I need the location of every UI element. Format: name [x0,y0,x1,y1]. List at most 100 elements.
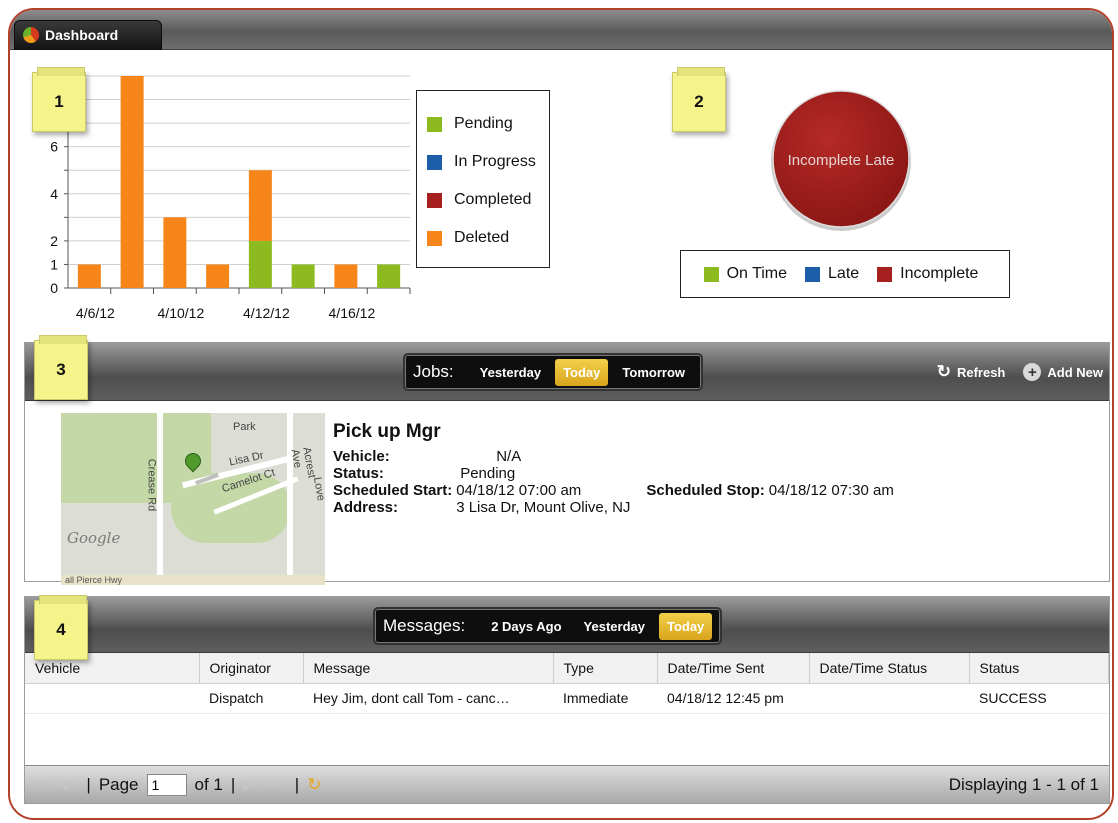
bar-chart-legend: Pending In Progress Completed Deleted [416,90,550,268]
map-label: Park [233,421,256,433]
tab-label: Dashboard [45,27,119,43]
jobs-filter-today[interactable]: Today [555,358,609,386]
jobs-filter-tomorrow[interactable]: Tomorrow [614,359,693,386]
map-label: Crease Rd [145,458,158,512]
cell-date-time-status [809,683,969,714]
next-page-icon[interactable]: ▶ [243,776,254,793]
jobs-panel: Jobs: Yesterday Today Tomorrow ↻ Refresh… [24,342,1110,585]
column-header-message[interactable]: Message [303,653,554,684]
top-bar: Dashboard [10,10,1112,50]
dashboard-window: Dashboard 0 1 2 4 6 4/6/12 4/10/12 4/12/12 4/16/… [8,8,1114,820]
legend-label: In Progress [454,153,536,170]
messages-header: Messages: 2 Days Ago Yesterday Today [25,597,1109,653]
legend-item-deleted: Deleted [427,219,539,257]
column-header-date-time-status[interactable]: Date/Time Status [809,653,970,684]
bar-pending[interactable] [248,240,272,288]
add-new-button[interactable]: + Add New [1023,362,1103,382]
bar-pending[interactable] [291,264,315,288]
bar-deleted[interactable] [248,170,272,241]
legend-label: Deleted [454,229,510,246]
pagination-bar: ⏮ ◀ | Page of 1 | ▶ ⏭ | ↻ Displaying 1 -… [25,765,1109,803]
bar-deleted[interactable] [163,217,187,288]
scheduled-stop-label: Scheduled Stop: [646,482,765,499]
on-time-swatch [703,266,719,282]
dashboard-pie-icon [23,27,39,43]
refresh-label: Refresh [956,364,1006,380]
page-number-input[interactable] [146,773,187,796]
deleted-swatch [427,230,442,246]
column-header-date-time-sent[interactable]: Date/Time Sent [657,653,810,684]
column-header-originator[interactable]: Originator [199,653,304,684]
legend-item-completed: Completed [427,181,539,219]
job-detail: Park Lisa Dr Camelot Ct Crease Rd Acrest… [25,401,1109,585]
job-fields: Vehicle: N/A Status: Pending Scheduled S… [333,449,898,517]
cell-message: Hey Jim, dont call Tom - canc… [303,683,553,714]
legend-item-in-progress: In Progress [427,143,539,181]
y-tick-label: 1 [50,256,58,272]
y-tick-label: 0 [50,280,58,296]
page-label: Page [98,774,139,794]
google-logo: Google [67,529,121,547]
scheduled-start-label: Scheduled Start: [333,482,453,499]
x-tick-label: 4/12/12 [243,305,290,321]
bar-deleted[interactable] [334,264,358,288]
messages-label: Messages: [383,616,466,635]
table-row[interactable]: Dispatch Hey Jim, dont call Tom - canc… … [25,683,1109,714]
pending-swatch [427,116,442,132]
y-tick-label: 4 [50,186,58,202]
sticky-note-4: 4 [34,595,88,660]
sticky-note-2: 2 [672,67,726,132]
cell-date-time-sent: 04/18/12 12:45 pm [657,683,809,714]
bar-deleted[interactable] [206,264,230,288]
table-header-row: Vehicle Originator Message Type Date/Tim… [25,653,1109,684]
bar-pending[interactable] [377,264,401,288]
legend-label: Completed [454,191,532,208]
bar-deleted[interactable] [77,264,101,288]
first-page-icon[interactable]: ⏮ [35,776,48,793]
y-tick-label: 2 [50,233,58,249]
messages-filter-yesterday[interactable]: Yesterday [576,613,653,640]
job-title: Pick up Mgr [333,421,441,442]
legend-item-on-time: On Time [703,265,787,283]
separator: | [86,774,91,794]
x-tick-label: 4/16/12 [329,305,376,321]
prev-page-icon[interactable]: ◀ [58,776,69,793]
displaying-count: Displaying 1 - 1 of 1 [948,774,1099,794]
legend-item-pending: Pending [427,105,539,143]
scheduled-stop-value: 04/18/12 07:30 am [768,482,894,499]
map-road [287,413,293,577]
pie-slice-label: Incomplete Late [788,152,895,169]
plus-icon: + [1023,363,1042,381]
messages-filter-2-days-ago[interactable]: 2 Days Ago [483,613,569,640]
in-progress-swatch [427,154,442,170]
y-tick-label: 6 [50,139,58,155]
map-road [157,413,163,577]
x-tick-label: 4/6/12 [76,305,115,321]
add-new-label: Add New [1047,364,1103,380]
map-label: Love [310,476,325,502]
legend-item-late: Late [805,265,859,283]
messages-table: Vehicle Originator Message Type Date/Tim… [25,653,1109,714]
refresh-icon[interactable]: ↻ [307,775,321,795]
status-value: Pending [460,465,516,482]
refresh-button[interactable]: ↻ Refresh [937,362,1006,382]
page-count: of 1 [194,774,223,794]
last-page-icon[interactable]: ⏭ [264,776,277,793]
cell-vehicle [25,683,199,714]
job-map[interactable]: Park Lisa Dr Camelot Ct Crease Rd Acrest… [61,413,325,577]
jobs-filter-yesterday[interactable]: Yesterday [472,359,549,386]
status-label: Status: [333,465,384,482]
timeliness-pie-chart: Incomplete Late [771,90,911,231]
column-header-type[interactable]: Type [553,653,658,684]
jobs-filter: Jobs: Yesterday Today Tomorrow [403,353,703,391]
vehicle-label: Vehicle: [333,448,390,465]
separator: | [294,774,300,794]
jobs-actions: ↻ Refresh + Add New [937,362,1103,382]
tab-dashboard[interactable]: Dashboard [14,20,162,50]
cell-originator: Dispatch [199,683,303,714]
completed-swatch [427,192,442,208]
column-header-status[interactable]: Status [969,653,1109,684]
map-strip: all Pierce Hwy [61,575,325,585]
messages-filter-today[interactable]: Today [658,612,713,640]
bar-deleted[interactable] [120,76,144,288]
